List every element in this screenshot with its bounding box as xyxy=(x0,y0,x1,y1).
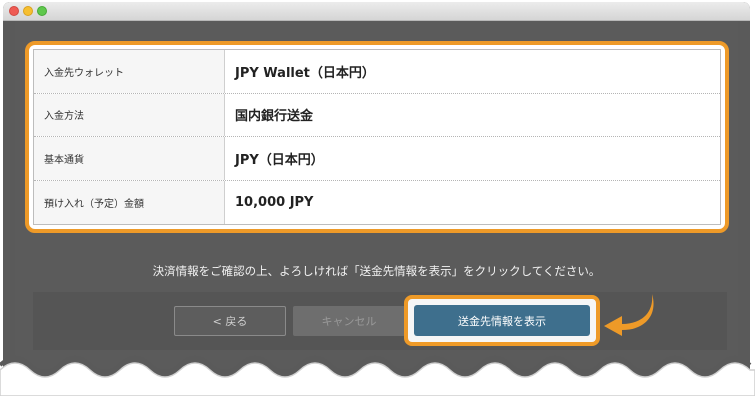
close-window-button[interactable] xyxy=(9,6,19,16)
zoom-window-button[interactable] xyxy=(37,6,47,16)
row-value: 国内銀行送金 xyxy=(235,109,314,125)
highlighted-details-table: 入金先ウォレット JPY Wallet（日本円） 入金方法 国内銀行送金 基本通… xyxy=(25,41,729,233)
row-label: 基本通貨 xyxy=(34,137,225,180)
row-label: 入金先ウォレット xyxy=(34,50,225,93)
back-button[interactable]: < 戻る xyxy=(174,306,286,336)
table-row: 預け入れ（予定）金額 10,000 JPY xyxy=(34,180,720,224)
row-label: 預け入れ（予定）金額 xyxy=(34,180,225,224)
deposit-details-table: 入金先ウォレット JPY Wallet（日本円） 入金方法 国内銀行送金 基本通… xyxy=(33,49,721,225)
table-row: 入金先ウォレット JPY Wallet（日本円） xyxy=(34,50,720,94)
pointer-arrow-icon xyxy=(604,294,654,336)
row-value: JPY Wallet（日本円） xyxy=(235,65,375,81)
minimize-window-button[interactable] xyxy=(23,6,33,16)
confirmation-note: 決済情報をご確認の上、よろしければ「送金先情報を表示」をクリックしてください。 xyxy=(152,264,601,278)
row-value: JPY（日本円） xyxy=(235,152,324,168)
table-row: 入金方法 国内銀行送金 xyxy=(34,93,720,137)
cancel-button[interactable]: キャンセル xyxy=(293,306,405,336)
title-bar xyxy=(3,2,750,21)
highlight-ring: 送金先情報を表示 xyxy=(404,295,600,346)
table-row: 基本通貨 JPY（日本円） xyxy=(34,137,720,181)
show-remittance-info-button[interactable]: 送金先情報を表示 xyxy=(414,305,590,336)
torn-edge-decoration xyxy=(0,356,755,396)
row-label: 入金方法 xyxy=(34,93,225,136)
row-value: 10,000 JPY xyxy=(235,194,314,210)
